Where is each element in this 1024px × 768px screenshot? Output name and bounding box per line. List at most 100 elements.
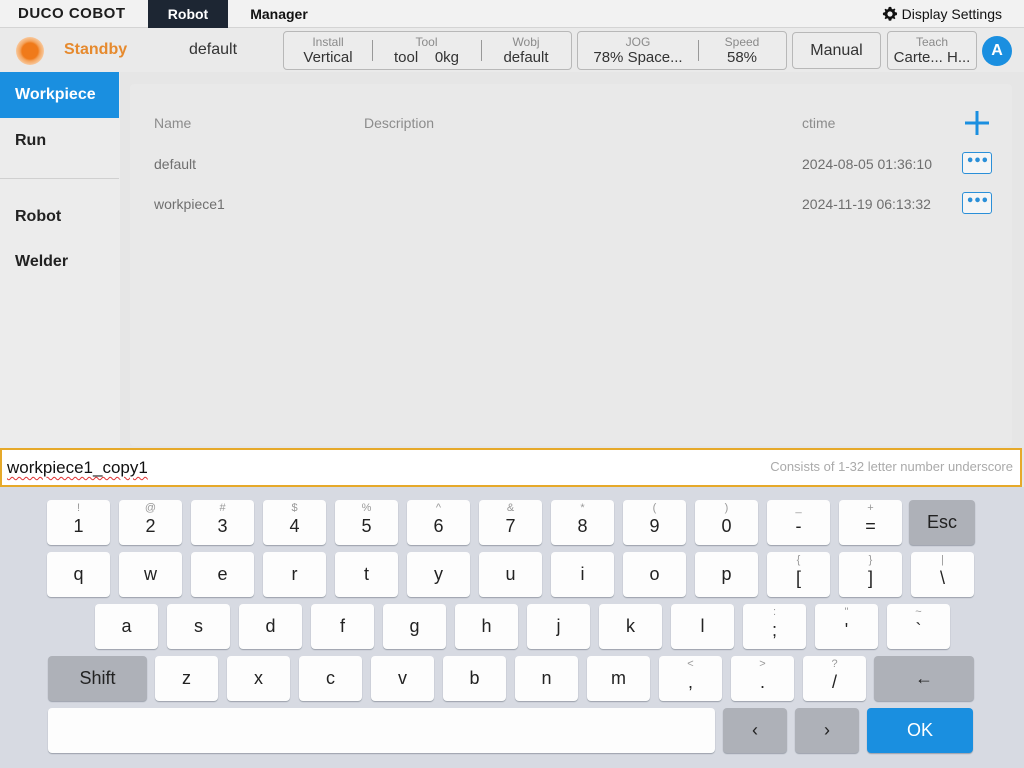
key-num-10[interactable]: _ - [767, 500, 830, 545]
key-z-3[interactable]: v [371, 656, 434, 701]
key-a-3[interactable]: f [311, 604, 374, 649]
key-q-7[interactable]: i [551, 552, 614, 597]
jog-speed-group[interactable]: JOG 78% Space... Speed 58% [577, 31, 787, 70]
key-a-4[interactable]: g [383, 604, 446, 649]
key-shift-char: } [868, 554, 873, 566]
key-q-5[interactable]: y [407, 552, 470, 597]
row-more-button[interactable]: ••• [962, 152, 992, 174]
column-header-description: Description [364, 115, 435, 131]
key-z-8[interactable]: >. [731, 656, 794, 701]
key-a-0[interactable]: a [95, 604, 158, 649]
key-q-3[interactable]: r [263, 552, 326, 597]
speed-cell[interactable]: Speed 58% [698, 32, 786, 69]
key-char: ] [867, 568, 873, 588]
key-shift-char: < [687, 658, 694, 670]
key-q-1[interactable]: w [119, 552, 182, 597]
install-tool-wobj-group[interactable]: Install Vertical Tool tool 0kg Wobj defa… [283, 31, 572, 70]
display-settings-button[interactable]: Display Settings [882, 0, 1002, 28]
key-z-2[interactable]: c [299, 656, 362, 701]
key-char: e [217, 564, 228, 584]
backspace-key[interactable]: ← [874, 656, 974, 701]
nav-item-run[interactable]: Run [0, 118, 119, 164]
key-a-10[interactable]: " ' [815, 604, 878, 649]
key-num-9[interactable]: ) 0 [695, 500, 758, 545]
teach-cell[interactable]: Teach Carte... H... [888, 32, 976, 69]
key-char: Shift [79, 668, 116, 688]
space-key[interactable] [48, 708, 715, 753]
key-q-8[interactable]: o [623, 552, 686, 597]
key-shift-char: : [772, 606, 777, 618]
key-num-4[interactable]: % 5 [335, 500, 398, 545]
jog-cell[interactable]: JOG 78% Space... [578, 32, 698, 69]
tab-robot[interactable]: Robot [148, 0, 228, 28]
left-nav: Workpiece Run Robot Welder [0, 72, 120, 448]
key-a-11[interactable]: ~ ` [887, 604, 950, 649]
key-z-6[interactable]: m [587, 656, 650, 701]
wobj-cell[interactable]: Wobj default [481, 32, 571, 69]
key-shift-char: ^ [435, 502, 442, 514]
key-a-2[interactable]: d [239, 604, 302, 649]
nav-item-workpiece[interactable]: Workpiece [0, 72, 119, 118]
key-num-0[interactable]: ! 1 [47, 500, 110, 545]
key-z-0[interactable]: z [155, 656, 218, 701]
key-char: q [73, 564, 84, 584]
key-z-4[interactable]: b [443, 656, 506, 701]
add-workpiece-button[interactable] [964, 110, 990, 136]
current-program[interactable]: default [189, 41, 237, 59]
key-q-10[interactable]: {[ [767, 552, 830, 597]
key-num-2[interactable]: #3 [191, 500, 254, 545]
key-char: j [556, 616, 561, 636]
key-num-6[interactable]: & 7 [479, 500, 542, 545]
status-led-icon [16, 37, 44, 65]
shift-key[interactable]: Shift [48, 656, 147, 701]
nav-item-robot[interactable]: Robot [0, 194, 119, 240]
key-a-9[interactable]: :; [743, 604, 806, 649]
esc-key[interactable]: Esc [909, 500, 975, 545]
teach-group[interactable]: Teach Carte... H... [887, 31, 977, 70]
key-num-11[interactable]: + = [839, 500, 902, 545]
key-char: s [194, 616, 203, 636]
key-num-5[interactable]: ^ 6 [407, 500, 470, 545]
key-q-2[interactable]: e [191, 552, 254, 597]
key-z-1[interactable]: x [227, 656, 290, 701]
key-char: l [700, 616, 705, 636]
key-num-1[interactable]: @2 [119, 500, 182, 545]
key-a-1[interactable]: s [167, 604, 230, 649]
key-q-9[interactable]: p [695, 552, 758, 597]
ok-key[interactable]: OK [867, 708, 973, 753]
key-num-3[interactable]: $4 [263, 500, 326, 545]
key-num-7[interactable]: * 8 [551, 500, 614, 545]
speed-label: Speed [724, 34, 760, 49]
key-shift-char: > [759, 658, 766, 670]
key-q-4[interactable]: t [335, 552, 398, 597]
key-a-7[interactable]: k [599, 604, 662, 649]
app-logo: DUCO COBOT [18, 5, 126, 22]
key-char: c [326, 668, 335, 688]
key-a-8[interactable]: l [671, 604, 734, 649]
key-z-9[interactable]: ? / [803, 656, 866, 701]
key-q-6[interactable]: u [479, 552, 542, 597]
name-input-field[interactable]: workpiece1_copy1 Consists of 1-32 letter… [0, 448, 1022, 487]
key-char: w [144, 564, 157, 584]
key-a-6[interactable]: j [527, 604, 590, 649]
key-shift-char: _ [795, 502, 802, 514]
key-char: a [121, 616, 132, 636]
mode-manual-button[interactable]: Manual [792, 32, 881, 69]
key-z-7[interactable]: <, [659, 656, 722, 701]
tab-manager[interactable]: Manager [236, 0, 322, 28]
install-cell[interactable]: Install Vertical [284, 32, 372, 69]
key-q-12[interactable]: | \ [911, 552, 974, 597]
cursor-left-key[interactable]: ‹ [723, 708, 787, 753]
nav-item-welder[interactable]: Welder [0, 239, 119, 285]
row-more-button[interactable]: ••• [962, 192, 992, 214]
key-z-5[interactable]: n [515, 656, 578, 701]
key-shift-char: % [361, 502, 372, 514]
key-num-8[interactable]: (9 [623, 500, 686, 545]
tool-cell[interactable]: Tool tool 0kg [372, 32, 481, 69]
cursor-right-key[interactable]: › [795, 708, 859, 753]
key-q-11[interactable]: }] [839, 552, 902, 597]
key-q-0[interactable]: q [47, 552, 110, 597]
key-a-5[interactable]: h [455, 604, 518, 649]
user-avatar[interactable]: A [982, 36, 1012, 66]
key-char: y [434, 564, 443, 584]
